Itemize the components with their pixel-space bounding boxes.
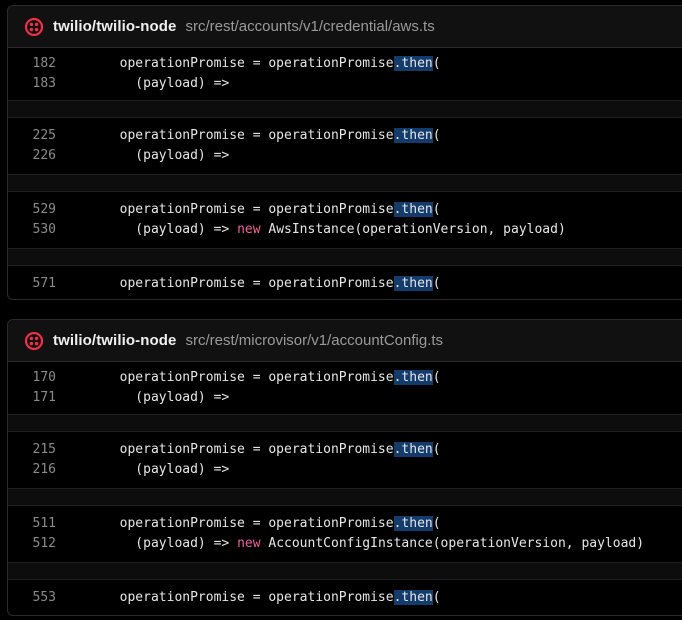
code-text: AccountConfigInstance(operationVersion, …	[260, 536, 645, 551]
code-text: operationPromise = operationPromise	[104, 516, 394, 531]
twilio-logo-icon	[25, 17, 43, 36]
code-hunk: 225 operationPromise = operationPromise.…	[8, 118, 682, 174]
code-line[interactable]: 215 operationPromise = operationPromise.…	[8, 440, 682, 460]
code-text: (	[432, 202, 441, 217]
match-highlight: .then	[393, 442, 433, 457]
code-text: operationPromise = operationPromise	[104, 442, 394, 457]
keyword-new: new	[237, 536, 261, 551]
code-text: operationPromise = operationPromise	[104, 128, 394, 143]
line-number[interactable]: 183	[8, 74, 56, 94]
code-line[interactable]: 530 (payload) => new AwsInstance(operati…	[8, 220, 682, 240]
repo-link[interactable]: twilio/twilio-node	[53, 18, 176, 35]
code-line[interactable]: 183 (payload) =>	[8, 74, 682, 94]
match-highlight: .then	[393, 202, 433, 217]
code-text: operationPromise = operationPromise	[104, 56, 394, 71]
line-number[interactable]: 553	[8, 588, 56, 608]
code-text: (	[432, 56, 441, 71]
code-text: (	[432, 276, 441, 291]
match-highlight: .then	[393, 590, 433, 605]
line-number[interactable]: 215	[8, 440, 56, 460]
line-number[interactable]: 170	[8, 368, 56, 388]
twilio-logo-icon	[25, 331, 43, 350]
result-header: twilio/twilio-node src/rest/accounts/v1/…	[8, 6, 682, 48]
code-snippet: 170 operationPromise = operationPromise.…	[8, 362, 682, 608]
search-result-card: twilio/twilio-node src/rest/accounts/v1/…	[7, 5, 682, 300]
repo-link[interactable]: twilio/twilio-node	[53, 332, 176, 349]
code-text: (	[432, 128, 441, 143]
code-snippet: 182 operationPromise = operationPromise.…	[8, 48, 682, 294]
match-highlight: .then	[393, 276, 433, 291]
line-number[interactable]: 571	[8, 274, 56, 294]
code-text: AwsInstance(operationVersion, payload)	[260, 222, 566, 237]
code-line[interactable]: 553 operationPromise = operationPromise.…	[8, 588, 682, 608]
code-text: operationPromise = operationPromise	[104, 370, 394, 385]
line-number[interactable]: 225	[8, 126, 56, 146]
code-hunk: 529 operationPromise = operationPromise.…	[8, 192, 682, 248]
code-hunk: 571 operationPromise = operationPromise.…	[8, 266, 682, 294]
match-highlight: .then	[393, 370, 433, 385]
hunk-separator	[8, 488, 682, 506]
hunk-separator	[8, 100, 682, 118]
line-number[interactable]: 182	[8, 54, 56, 74]
line-number[interactable]: 226	[8, 146, 56, 166]
code-text: (payload) =>	[104, 536, 238, 551]
hunk-separator	[8, 414, 682, 432]
match-highlight: .then	[393, 128, 433, 143]
code-hunk: 553 operationPromise = operationPromise.…	[8, 580, 682, 608]
code-line[interactable]: 511 operationPromise = operationPromise.…	[8, 514, 682, 534]
code-hunk: 182 operationPromise = operationPromise.…	[8, 48, 682, 100]
code-text: (payload) =>	[104, 390, 230, 405]
line-number[interactable]: 530	[8, 220, 56, 240]
file-path-link[interactable]: src/rest/accounts/v1/credential/aws.ts	[185, 18, 434, 35]
code-line[interactable]: 182 operationPromise = operationPromise.…	[8, 54, 682, 74]
match-highlight: .then	[393, 516, 433, 531]
code-hunk: 170 operationPromise = operationPromise.…	[8, 362, 682, 414]
code-text: (payload) =>	[104, 76, 230, 91]
code-text: (payload) =>	[104, 462, 230, 477]
code-line[interactable]: 571 operationPromise = operationPromise.…	[8, 274, 682, 294]
hunk-separator	[8, 562, 682, 580]
code-text: (payload) =>	[104, 222, 238, 237]
code-text: operationPromise = operationPromise	[104, 276, 394, 291]
line-number[interactable]: 529	[8, 200, 56, 220]
code-text: (	[432, 590, 441, 605]
code-hunk: 511 operationPromise = operationPromise.…	[8, 506, 682, 562]
code-text: operationPromise = operationPromise	[104, 590, 394, 605]
code-hunk: 215 operationPromise = operationPromise.…	[8, 432, 682, 488]
hunk-separator	[8, 174, 682, 192]
code-text: (	[432, 370, 441, 385]
code-line[interactable]: 216 (payload) =>	[8, 460, 682, 480]
code-text: (payload) =>	[104, 148, 230, 163]
code-line[interactable]: 529 operationPromise = operationPromise.…	[8, 200, 682, 220]
code-text: (	[432, 516, 441, 531]
line-number[interactable]: 171	[8, 388, 56, 408]
line-number[interactable]: 216	[8, 460, 56, 480]
line-number[interactable]: 512	[8, 534, 56, 554]
file-path-link[interactable]: src/rest/microvisor/v1/accountConfig.ts	[185, 332, 443, 349]
code-line[interactable]: 225 operationPromise = operationPromise.…	[8, 126, 682, 146]
code-line[interactable]: 170 operationPromise = operationPromise.…	[8, 368, 682, 388]
code-text: operationPromise = operationPromise	[104, 202, 394, 217]
line-number[interactable]: 511	[8, 514, 56, 534]
match-highlight: .then	[393, 56, 433, 71]
search-result-card: twilio/twilio-node src/rest/microvisor/v…	[7, 319, 682, 616]
code-line[interactable]: 171 (payload) =>	[8, 388, 682, 408]
hunk-separator	[8, 248, 682, 266]
code-text: (	[432, 442, 441, 457]
code-line[interactable]: 226 (payload) =>	[8, 146, 682, 166]
keyword-new: new	[237, 222, 261, 237]
result-header: twilio/twilio-node src/rest/microvisor/v…	[8, 320, 682, 362]
code-line[interactable]: 512 (payload) => new AccountConfigInstan…	[8, 534, 682, 554]
